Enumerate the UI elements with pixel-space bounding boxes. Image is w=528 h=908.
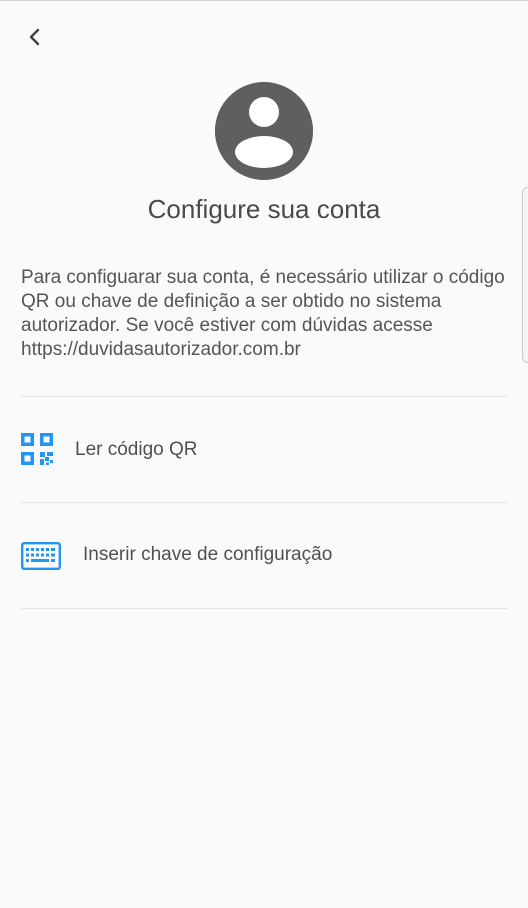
divider [21, 608, 508, 609]
page-title: Configure sua conta [147, 194, 381, 224]
chevron-left-icon [29, 28, 40, 46]
enter-setup-key-label: Inserir chave de configuração [83, 544, 333, 565]
divider [21, 502, 508, 503]
setup-instructions: Para configuarar sua conta, é necessário… [21, 267, 505, 360]
read-qr-code-label: Ler código QR [75, 439, 198, 460]
back-button[interactable] [18, 20, 52, 54]
avatar [215, 82, 313, 180]
keyboard-icon [21, 542, 61, 570]
qr-code-icon [21, 433, 53, 465]
divider [21, 396, 508, 397]
top-border [0, 0, 528, 1]
person-avatar-icon [215, 82, 313, 180]
edge-panel-handle[interactable] [522, 187, 528, 363]
enter-setup-key-option[interactable]: Inserir chave de configuração [0, 504, 528, 608]
read-qr-code-option[interactable]: Ler código QR [0, 398, 528, 502]
